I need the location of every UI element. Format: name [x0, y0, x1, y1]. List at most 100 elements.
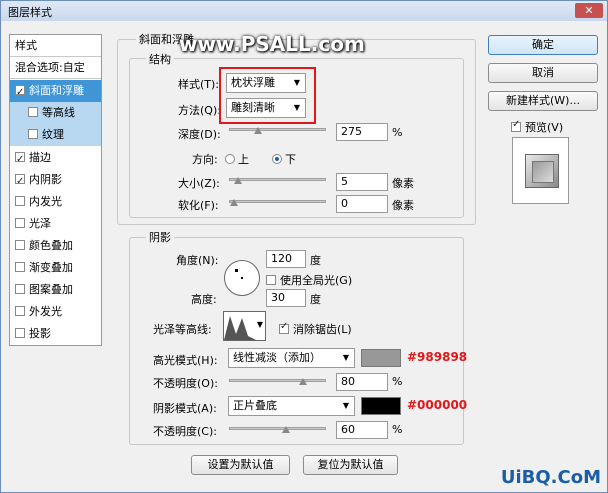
depth-unit: % [392, 126, 403, 139]
preview-checkbox[interactable]: 预览(V) [511, 119, 563, 135]
altitude-input[interactable]: 30 [266, 289, 306, 307]
highlight-color-annotation: #989898 [407, 350, 468, 364]
style-item-label: 外发光 [29, 305, 62, 318]
style-item-pattern-overlay[interactable]: 图案叠加 [10, 279, 101, 301]
chevron-down-icon: ▼ [342, 401, 349, 410]
shadow-opacity-slider[interactable] [229, 426, 326, 433]
size-slider[interactable] [229, 177, 326, 184]
global-light-checkbox[interactable]: 使用全局光(G) [266, 272, 352, 288]
shadow-color-swatch[interactable] [361, 397, 401, 415]
depth-slider[interactable] [229, 127, 326, 134]
style-item-label: 颜色叠加 [29, 239, 73, 252]
style-item-bevel-emboss[interactable]: 斜面和浮雕 [10, 80, 101, 104]
highlight-opacity-slider[interactable] [229, 378, 326, 385]
style-item-label: 斜面和浮雕 [29, 84, 84, 97]
checkbox-icon[interactable] [15, 262, 25, 272]
percent-label: % [392, 375, 403, 388]
highlight-box [219, 67, 316, 124]
soften-label: 软化(F): [178, 199, 219, 212]
styles-list: 样式 混合选项:自定 斜面和浮雕 等高线 纹理 描边 内阴影 内发光 光泽 颜色… [9, 34, 102, 346]
slider-thumb-icon[interactable] [298, 378, 308, 386]
gloss-contour-picker[interactable]: ▼ [223, 311, 266, 341]
cancel-button[interactable]: 取消 [488, 63, 598, 83]
altitude-label: 高度: [191, 293, 217, 306]
style-item-satin[interactable]: 光泽 [10, 213, 101, 235]
slider-thumb-icon[interactable] [281, 426, 291, 434]
depth-input[interactable]: 275 [336, 123, 388, 141]
chevron-down-icon: ▼ [256, 320, 263, 329]
checkbox-icon[interactable] [15, 284, 25, 294]
style-item-gradient-overlay[interactable]: 渐变叠加 [10, 257, 101, 279]
angle-dial[interactable] [224, 260, 260, 296]
window-title: 图层样式 [8, 6, 52, 19]
new-style-button[interactable]: 新建样式(W)... [488, 91, 598, 111]
style-item-inner-shadow[interactable]: 内阴影 [10, 169, 101, 193]
shadow-opacity-label: 不透明度(C): [153, 425, 217, 438]
angle-label: 角度(N): [176, 254, 219, 267]
style-item-drop-shadow[interactable]: 投影 [10, 323, 101, 345]
style-item-inner-glow[interactable]: 内发光 [10, 191, 101, 213]
highlight-mode-dropdown[interactable]: 线性减淡（添加） ▼ [228, 348, 355, 368]
highlight-color-swatch[interactable] [361, 349, 401, 367]
styles-header[interactable]: 样式 [10, 35, 101, 57]
style-item-stroke[interactable]: 描边 [10, 147, 101, 171]
checkbox-icon[interactable] [28, 107, 38, 117]
close-button[interactable]: ✕ [575, 3, 603, 18]
style-item-texture[interactable]: 纹理 [10, 124, 101, 146]
structure-title: 结构 [146, 51, 174, 67]
global-light-label: 使用全局光(G) [280, 274, 353, 287]
watermark: www.PSALL.com [179, 32, 365, 56]
shadow-opacity-input[interactable]: 60 [336, 421, 388, 439]
shading-title: 阴影 [146, 229, 174, 245]
soften-unit: 像素 [392, 199, 414, 212]
size-input[interactable]: 5 [336, 173, 388, 191]
style-label: 样式(T): [178, 78, 220, 91]
slider-thumb-icon[interactable] [234, 177, 243, 185]
blend-options-item[interactable]: 混合选项:自定 [10, 57, 101, 79]
direction-label: 方向: [192, 153, 218, 166]
checkbox-icon[interactable] [15, 328, 25, 338]
angle-input[interactable]: 120 [266, 250, 306, 268]
antialias-checkbox[interactable]: 消除锯齿(L) [279, 321, 352, 337]
direction-down-label: 下 [285, 153, 296, 166]
angle-indicator-icon [235, 269, 238, 272]
style-item-label: 投影 [29, 327, 51, 340]
soften-slider[interactable] [229, 199, 326, 206]
soften-input[interactable]: 0 [336, 195, 388, 213]
style-item-color-overlay[interactable]: 颜色叠加 [10, 235, 101, 257]
shadow-mode-dropdown[interactable]: 正片叠底 ▼ [228, 396, 355, 416]
direction-down-radio[interactable]: 下 [272, 151, 296, 167]
dial-center-icon [241, 277, 243, 279]
gloss-contour-label: 光泽等高线: [153, 323, 212, 336]
checkbox-icon[interactable] [15, 240, 25, 250]
direction-up-label: 上 [238, 153, 249, 166]
checkbox-icon[interactable] [15, 149, 25, 171]
radio-icon[interactable] [225, 154, 235, 164]
checkbox-icon[interactable] [15, 82, 25, 104]
checkbox-icon[interactable] [15, 306, 25, 316]
checkbox-icon[interactable] [15, 171, 25, 193]
style-item-label: 渐变叠加 [29, 261, 73, 274]
checkbox-icon[interactable] [28, 129, 38, 139]
ok-button[interactable]: 确定 [488, 35, 598, 55]
checkbox-icon[interactable] [15, 196, 25, 206]
title-bar: 图层样式 ✕ [1, 1, 607, 21]
preview-thumbnail [512, 137, 569, 204]
depth-label: 深度(D): [178, 128, 221, 141]
style-item-outer-glow[interactable]: 外发光 [10, 301, 101, 323]
make-default-button[interactable]: 设置为默认值 [191, 455, 290, 475]
checkbox-icon[interactable] [279, 321, 289, 334]
checkbox-icon[interactable] [15, 218, 25, 228]
checkbox-icon[interactable] [266, 275, 276, 285]
checkbox-icon[interactable] [511, 119, 521, 132]
highlight-opacity-input[interactable]: 80 [336, 373, 388, 391]
slider-thumb-icon[interactable] [254, 127, 263, 135]
chevron-down-icon: ▼ [342, 353, 349, 362]
style-item-label: 内发光 [29, 195, 62, 208]
direction-up-radio[interactable]: 上 [225, 151, 249, 167]
slider-thumb-icon[interactable] [230, 199, 239, 207]
radio-selected-icon[interactable] [272, 154, 282, 164]
style-item-contour[interactable]: 等高线 [10, 102, 101, 124]
percent-label: % [392, 423, 403, 436]
reset-default-button[interactable]: 复位为默认值 [303, 455, 398, 475]
